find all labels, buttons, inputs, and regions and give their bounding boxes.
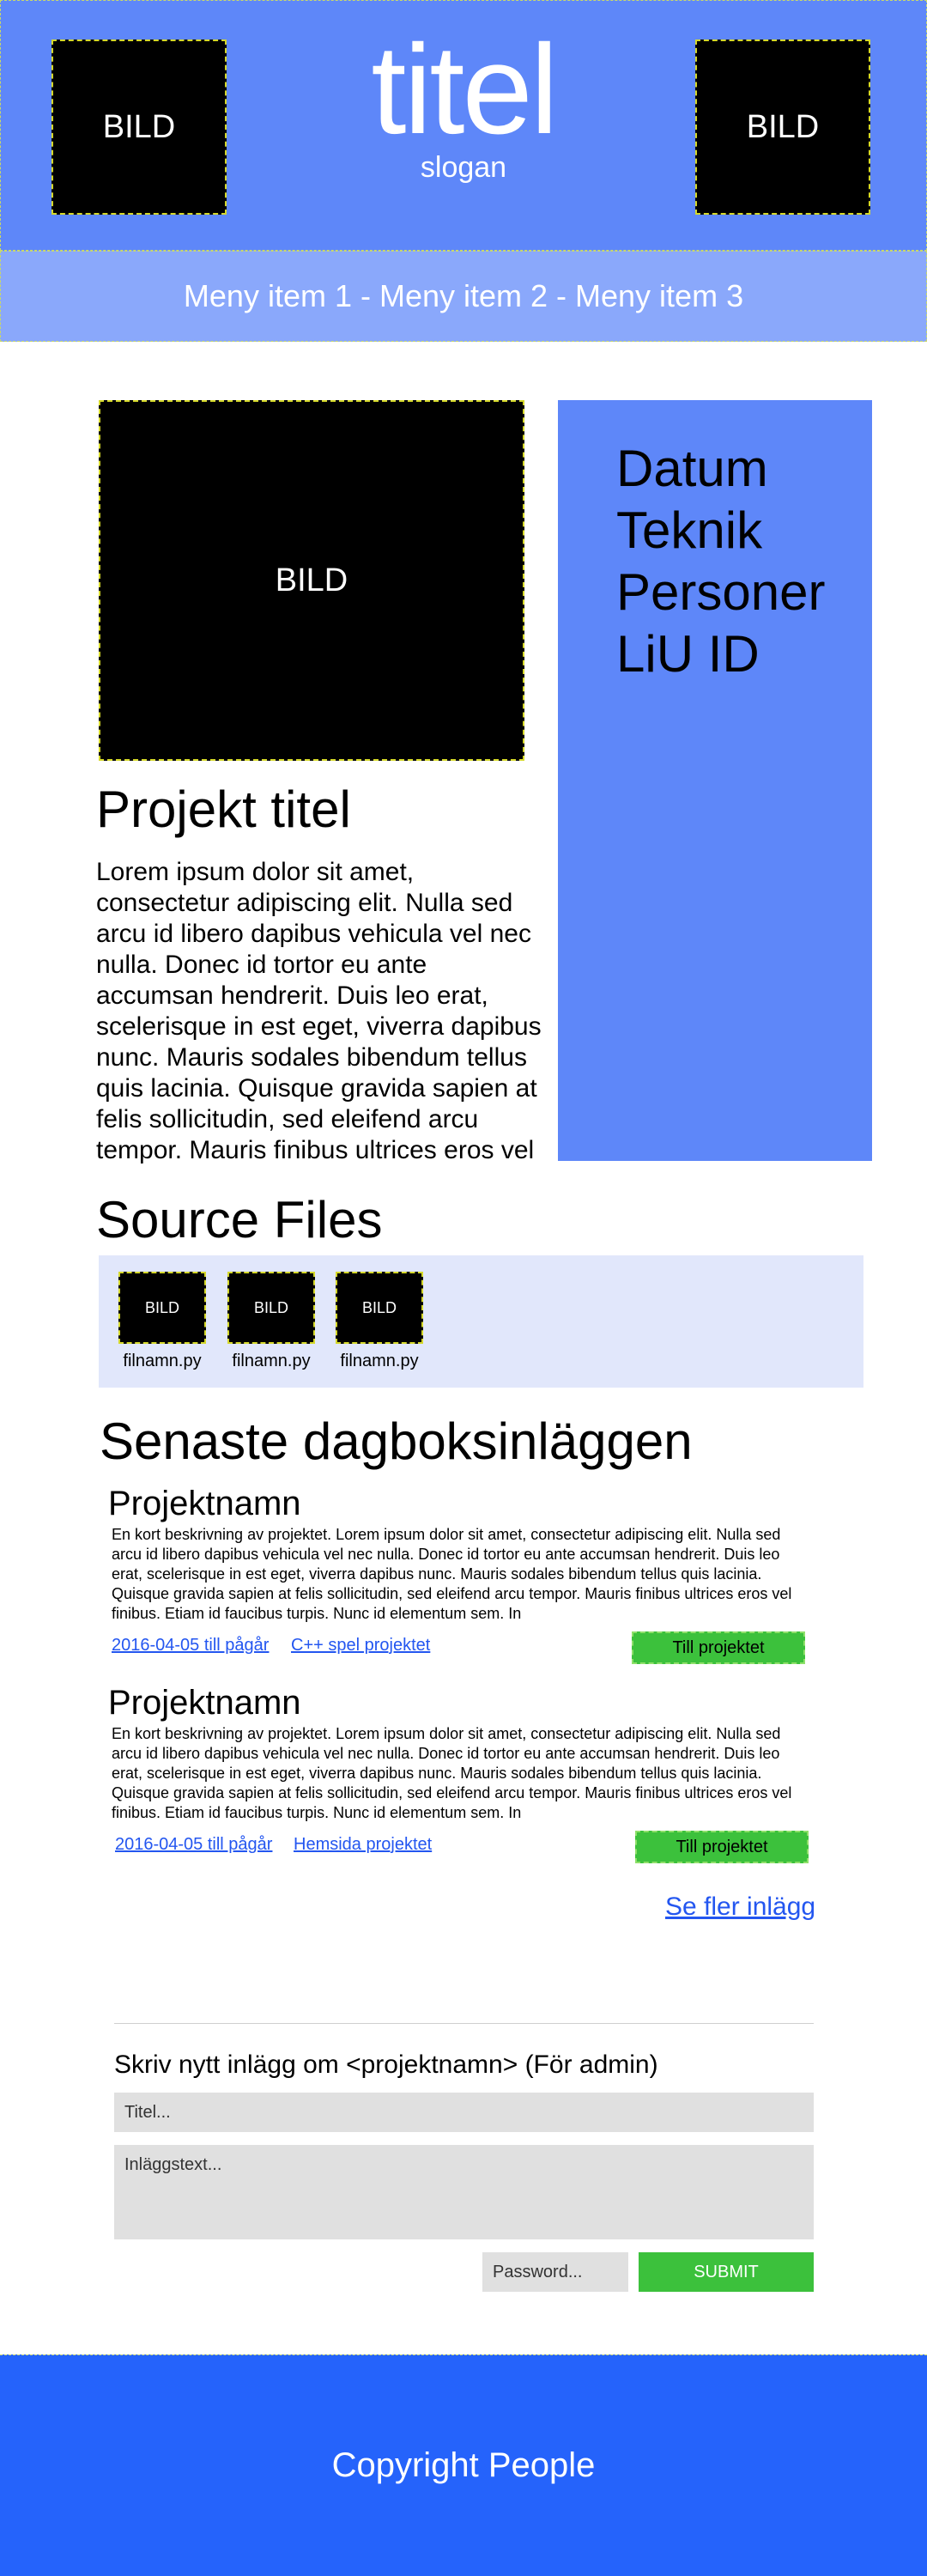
- file-name[interactable]: filnamn.py: [319, 1352, 439, 1371]
- divider: [114, 2023, 814, 2024]
- password-input[interactable]: [482, 2252, 628, 2292]
- entry-date-link[interactable]: 2016-04-05 till pågår: [112, 1636, 269, 1656]
- site-footer: Copyright People: [0, 2354, 927, 2576]
- see-more-link[interactable]: Se fler inlägg: [665, 1893, 815, 1922]
- entry-project-link[interactable]: C++ spel projektet: [291, 1636, 430, 1656]
- entry-project-link[interactable]: Hemsida projektet: [294, 1835, 432, 1855]
- project-description: Lorem ipsum dolor sit amet, consectetur …: [96, 858, 542, 1164]
- post-text-input[interactable]: [114, 2145, 814, 2239]
- post-title-input[interactable]: [114, 2093, 814, 2132]
- project-info-people: Personer: [616, 563, 826, 621]
- file-thumbnail[interactable]: BILD: [118, 1272, 206, 1344]
- project-info-technique: Teknik: [616, 501, 763, 559]
- site-slogan: slogan: [420, 151, 507, 184]
- source-files-title: Source Files: [96, 1191, 383, 1249]
- entry-date-link[interactable]: 2016-04-05 till pågår: [115, 1835, 272, 1855]
- file-name[interactable]: filnamn.py: [211, 1352, 331, 1371]
- entry-title: Projektnamn: [108, 1684, 301, 1722]
- journal-title: Senaste dagboksinläggen: [100, 1413, 693, 1470]
- project-title: Projekt titel: [96, 781, 351, 838]
- site-title[interactable]: titel: [292, 26, 635, 155]
- file-thumbnail[interactable]: BILD: [227, 1272, 315, 1344]
- project-info-liu-id: LiU ID: [616, 625, 760, 683]
- entry-description: En kort beskrivning av projektet. Lorem …: [112, 1526, 792, 1622]
- entry-description: En kort beskrivning av projektet. Lorem …: [112, 1725, 792, 1821]
- project-image: BILD: [99, 400, 524, 761]
- to-project-button[interactable]: Till projektet: [632, 1631, 805, 1664]
- to-project-button[interactable]: Till projektet: [635, 1831, 809, 1863]
- submit-button[interactable]: SUBMIT: [639, 2252, 814, 2292]
- admin-form-title: Skriv nytt inlägg om <projektnamn> (För …: [114, 2050, 658, 2079]
- file-name[interactable]: filnamn.py: [102, 1352, 222, 1371]
- file-thumbnail[interactable]: BILD: [336, 1272, 423, 1344]
- project-info-date: Datum: [616, 440, 768, 497]
- header-image-right: BILD: [695, 39, 870, 215]
- entry-title: Projektnamn: [108, 1485, 301, 1522]
- main-menu[interactable]: Meny item 1 - Meny item 2 - Meny item 3: [0, 251, 927, 342]
- copyright-text: Copyright People: [331, 2446, 596, 2484]
- header-image-left: BILD: [52, 39, 227, 215]
